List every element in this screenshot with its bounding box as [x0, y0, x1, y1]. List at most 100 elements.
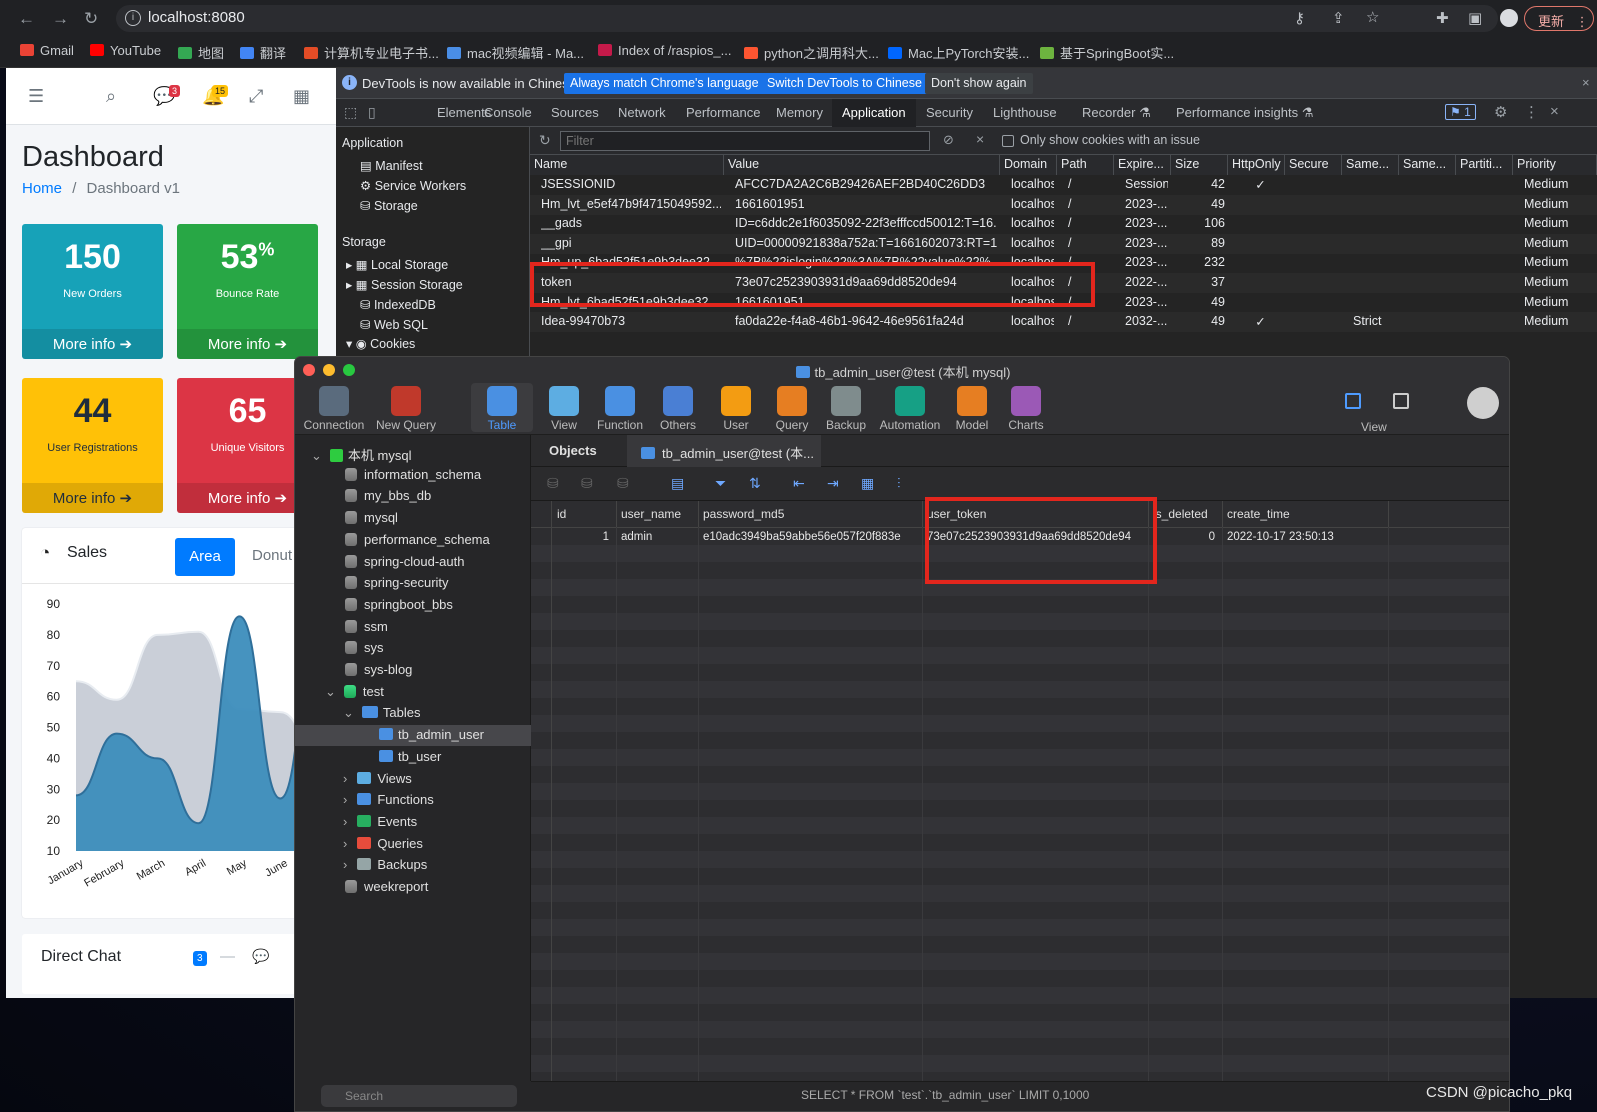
close-banner-icon[interactable]: ×	[1582, 75, 1590, 90]
tree-item[interactable]: my_bbs_db	[295, 486, 531, 507]
chevron-down-icon[interactable]: ⌄	[343, 705, 354, 720]
grid-cell[interactable]: 1	[557, 531, 609, 543]
bookmark-item[interactable]: python之调用科大...	[744, 43, 879, 62]
update-button[interactable]: 更新 ⋮	[1524, 6, 1594, 31]
forward-icon[interactable]: →	[52, 9, 69, 29]
grid-cell[interactable]: 2022-10-17 23:50:13	[1227, 531, 1381, 543]
tree-item[interactable]: ssm	[295, 617, 531, 638]
address-bar[interactable]: i localhost:8080 ⚷ ⇪ ☆	[116, 5, 1498, 32]
format-icon[interactable]: ⛁	[617, 475, 629, 492]
key-icon[interactable]: ⚷	[1294, 9, 1305, 27]
settings-icon[interactable]: ⚙	[1494, 103, 1507, 121]
account-avatar[interactable]	[1467, 387, 1499, 419]
tool-others[interactable]: Others	[647, 383, 709, 432]
bookmark-item[interactable]: 基于SpringBoot实...	[1040, 43, 1174, 62]
tool-user[interactable]: User	[705, 383, 767, 432]
column-header[interactable]: Value	[724, 155, 1000, 175]
minimize-window-button[interactable]	[323, 364, 335, 376]
column-header[interactable]: Priority	[1513, 155, 1597, 175]
column-header[interactable]: Size	[1171, 155, 1228, 175]
sidebar-right-icon[interactable]	[1393, 393, 1409, 409]
column-header[interactable]: HttpOnly	[1228, 155, 1285, 175]
sidebar-item-indexeddb[interactable]: ⛁ IndexedDB	[360, 297, 436, 312]
column-header[interactable]: Partiti...	[1456, 155, 1513, 175]
sidebar-item-local-storage[interactable]: ▸ ▦ Local Storage	[346, 257, 448, 272]
table-options-icon[interactable]: ▤	[671, 475, 684, 492]
tree-item[interactable]: ⌄ test	[295, 682, 531, 703]
tree-item[interactable]: sys-blog	[295, 660, 531, 681]
tab-lighthouse[interactable]: Lighthouse	[993, 105, 1057, 120]
grid-icon[interactable]: ▦	[293, 86, 310, 107]
tab-recorder[interactable]: Recorder ⚗	[1082, 105, 1151, 121]
tree-item[interactable]: spring-security	[295, 573, 531, 594]
tool-automation[interactable]: Automation	[879, 383, 941, 432]
chat-icon[interactable]: 💬	[252, 948, 269, 965]
tool-query[interactable]: Query	[761, 383, 823, 432]
filter-icon[interactable]: ⏷	[715, 475, 726, 492]
hamburger-icon[interactable]: ☰	[28, 86, 44, 107]
close-devtools-icon[interactable]: ×	[1550, 103, 1559, 120]
tool-new-query[interactable]: New Query	[375, 383, 437, 432]
text-icon[interactable]: ⛁	[581, 475, 593, 492]
export-icon[interactable]: ⇥	[827, 475, 839, 492]
tree-item[interactable]: spring-cloud-auth	[295, 552, 531, 573]
side-panel-icon[interactable]: ▣	[1468, 9, 1482, 27]
bookmark-item[interactable]: Index of /raspios_...	[598, 43, 731, 58]
grid-cell[interactable]: 0	[1153, 531, 1215, 543]
sidebar-item-session-storage[interactable]: ▸ ▦ Session Storage	[346, 277, 463, 292]
more-info-link[interactable]: More info ➔	[177, 329, 318, 359]
tab-sources[interactable]: Sources	[551, 105, 599, 120]
back-icon[interactable]: ←	[18, 9, 35, 29]
import-icon[interactable]: ⇤	[793, 475, 805, 492]
chevron-right-icon[interactable]: ›	[343, 836, 347, 851]
share-icon[interactable]: ⇪	[1332, 9, 1345, 27]
tool-model[interactable]: Model	[941, 383, 1003, 432]
column-header[interactable]: Same...	[1342, 155, 1399, 175]
tool-function[interactable]: Function	[589, 383, 651, 432]
bookmark-item[interactable]: mac视频编辑 - Ma...	[447, 43, 584, 62]
sidebar-item-cookies[interactable]: ▾ ◉ Cookies	[346, 336, 415, 351]
grid-cell[interactable]: e10adc3949ba59abbe56e057f20f883e	[703, 531, 915, 543]
profile-icon[interactable]: ⫶	[897, 475, 901, 492]
tree-item[interactable]: › Views	[295, 769, 531, 790]
sidebar-item-storage[interactable]: ⛁ Storage	[360, 198, 418, 213]
column-header[interactable]: Expire...	[1114, 155, 1171, 175]
grid-column-header[interactable]: create_time	[1223, 501, 1389, 527]
refresh-icon[interactable]: ↻	[539, 132, 551, 149]
only-issues-checkbox[interactable]	[1002, 135, 1014, 147]
tree-item[interactable]: › Queries	[295, 834, 531, 855]
more-info-link[interactable]: More info ➔	[22, 483, 163, 513]
chevron-right-icon[interactable]: ›	[343, 792, 347, 807]
tree-item[interactable]: › Functions	[295, 790, 531, 811]
cookie-row[interactable]: Hm_lvt_e5ef47b9f4715049592... 1661601951 l…	[530, 194, 1597, 215]
more-info-link[interactable]: More info ➔	[22, 329, 163, 359]
tool-backup[interactable]: Backup	[815, 383, 877, 432]
bookmark-item[interactable]: 翻译	[240, 43, 286, 62]
device-toggle-icon[interactable]: ▯	[368, 104, 376, 121]
tab-network[interactable]: Network	[618, 105, 666, 120]
tab-performance-insights[interactable]: Performance insights ⚗	[1176, 105, 1313, 121]
tree-item[interactable]: springboot_bbs	[295, 595, 531, 616]
chevron-down-icon[interactable]: ⌄	[311, 448, 322, 463]
dont-show-button[interactable]: Don't show again	[925, 73, 1033, 94]
tab-objects[interactable]: Objects	[549, 443, 597, 458]
tree-item[interactable]: ⌄ Tables	[295, 703, 531, 724]
extensions-icon[interactable]: ✚	[1436, 9, 1449, 27]
reload-icon[interactable]: ↻	[84, 9, 98, 29]
tab-memory[interactable]: Memory	[776, 105, 823, 120]
switch-chinese-button[interactable]: Switch DevTools to Chinese	[761, 73, 928, 94]
column-header[interactable]: Name	[530, 155, 724, 175]
tree-item[interactable]: weekreport	[295, 877, 531, 898]
grid-column-header[interactable]: id	[553, 501, 617, 527]
tab-console[interactable]: Console	[484, 105, 532, 120]
bookmark-item[interactable]: 地图	[178, 43, 224, 62]
sidebar-item-manifest[interactable]: ▤ Manifest	[360, 158, 423, 173]
tree-item[interactable]: ⌄ 本机 mysql	[295, 443, 531, 464]
cookie-filter-input[interactable]	[560, 131, 930, 151]
grid-column-header[interactable]: user_name	[617, 501, 699, 527]
sidebar-item-websql[interactable]: ⛁ Web SQL	[360, 317, 428, 332]
zoom-window-button[interactable]	[343, 364, 355, 376]
tree-item[interactable]: sys	[295, 638, 531, 659]
column-header[interactable]: Path	[1057, 155, 1114, 175]
tab-donut[interactable]: Donut	[252, 547, 292, 564]
